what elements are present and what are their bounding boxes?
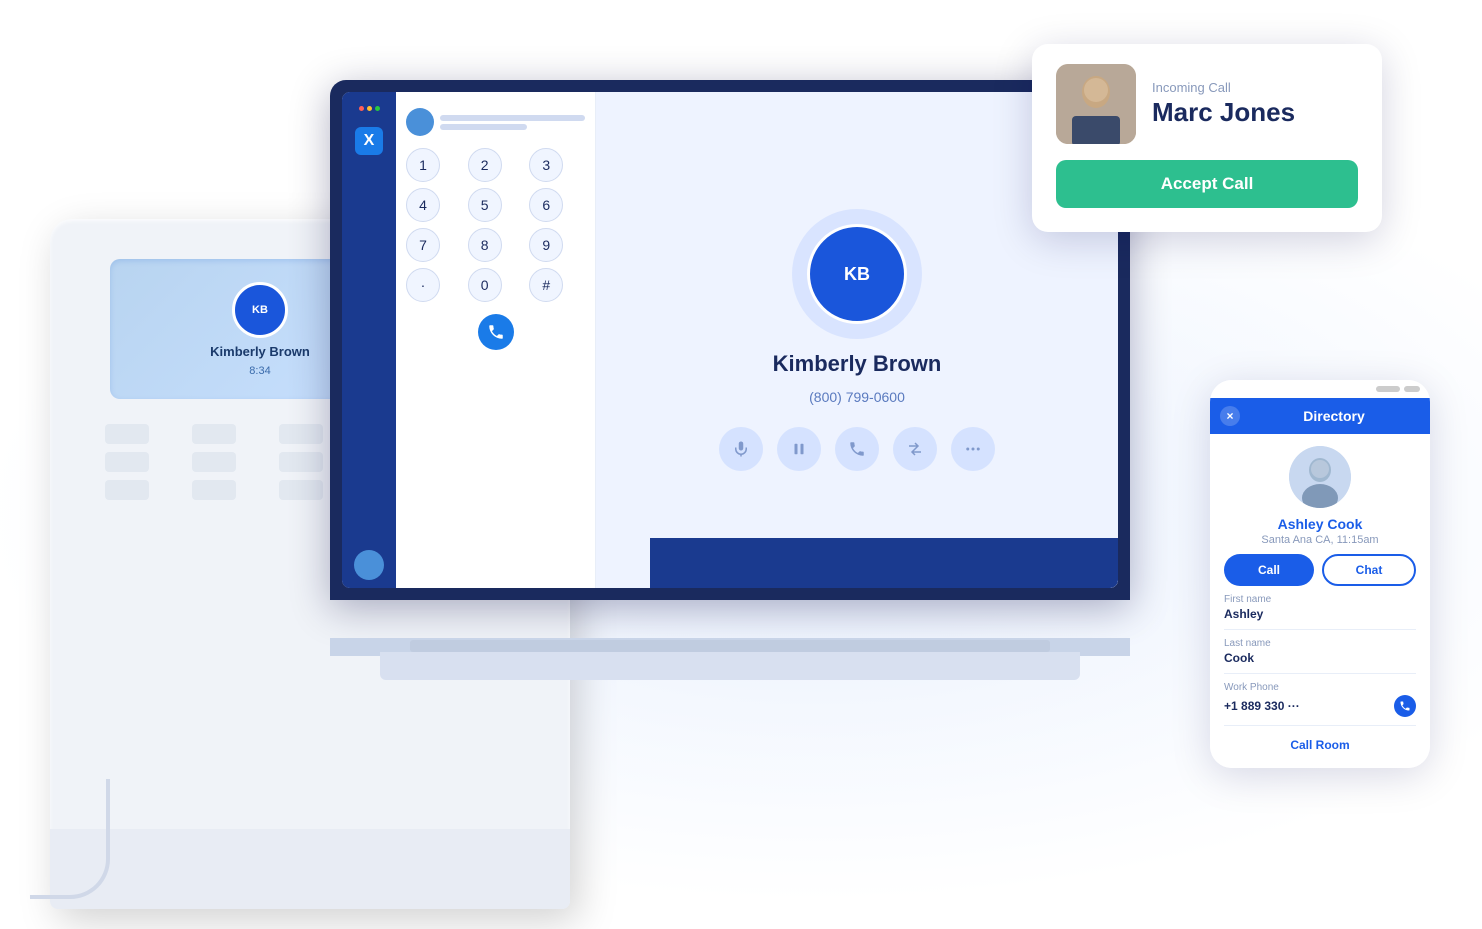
window-dot-red	[359, 106, 364, 111]
app-sidebar: X	[342, 92, 396, 588]
phone-screen-name: Kimberly Brown	[210, 344, 310, 359]
dialer-key-7[interactable]: 7	[406, 228, 440, 262]
mobile-status-bar	[1210, 380, 1430, 398]
last-name-label: Last name	[1224, 638, 1416, 649]
battery-icon	[1404, 386, 1420, 392]
contact-chat-button[interactable]: Chat	[1322, 554, 1416, 586]
phone-key	[105, 452, 149, 472]
call-avatar: KB	[807, 224, 907, 324]
dialer-contact-lines	[440, 115, 585, 130]
dialer-key-6[interactable]: 6	[529, 188, 563, 222]
dialer-line-short	[440, 124, 527, 130]
last-name-value: Cook	[1224, 651, 1416, 665]
call-bottom-bar	[650, 538, 1118, 588]
call-room-button[interactable]: Call Room	[1290, 734, 1349, 756]
laptop: X 1 2 3 4 5 6	[330, 80, 1150, 680]
phone-screen-avatar: KB	[232, 282, 288, 338]
dialer-key-8[interactable]: 8	[468, 228, 502, 262]
contact-action-buttons: Call Chat	[1224, 554, 1416, 586]
dialer-contact-avatar	[406, 108, 434, 136]
first-name-label: First name	[1224, 594, 1416, 605]
dialer-key-4[interactable]: 4	[406, 188, 440, 222]
call-avatar-ring: KB	[792, 209, 922, 339]
dialer-key-1[interactable]: 1	[406, 148, 440, 182]
call-action-buttons	[719, 427, 995, 471]
signal-icon	[1376, 386, 1400, 392]
logo-text: X	[364, 132, 375, 150]
dialer-contact-row	[406, 108, 585, 136]
user-avatar-sidebar	[354, 550, 384, 580]
dialer-key-0[interactable]: 0	[468, 268, 502, 302]
mobile-close-button[interactable]: ×	[1220, 406, 1240, 426]
phone-key	[192, 480, 236, 500]
first-name-field: First name Ashley	[1224, 594, 1416, 630]
laptop-keyboard	[410, 640, 1050, 652]
laptop-screen: X 1 2 3 4 5 6	[330, 80, 1130, 600]
window-dot-green	[375, 106, 380, 111]
incoming-call-label: Incoming Call	[1152, 80, 1295, 95]
phone-key	[192, 452, 236, 472]
last-name-field: Last name Cook	[1224, 638, 1416, 674]
work-phone-field: Work Phone +1 889 330 ···	[1224, 682, 1416, 726]
dialer-key-dot[interactable]: ·	[406, 268, 440, 302]
phone-key	[279, 424, 323, 444]
phone-base	[50, 829, 570, 909]
contact-avatar	[1289, 446, 1351, 508]
first-name-value: Ashley	[1224, 607, 1416, 621]
dialer-line	[440, 115, 585, 121]
call-action-transfer[interactable]	[893, 427, 937, 471]
call-action-hold[interactable]	[777, 427, 821, 471]
dialer-key-hash[interactable]: #	[529, 268, 563, 302]
incoming-call-popup: Incoming Call Marc Jones Accept Call	[1032, 44, 1382, 232]
call-avatar-initials: KB	[844, 264, 870, 285]
phone-icon[interactable]	[1394, 695, 1416, 717]
laptop-app: X 1 2 3 4 5 6	[342, 92, 1118, 588]
mobile-body: Ashley Cook Santa Ana CA, 11:15am Call C…	[1210, 434, 1430, 768]
caller-avatar	[1056, 64, 1136, 144]
window-controls	[359, 106, 380, 111]
caller-info: Incoming Call Marc Jones	[1152, 80, 1295, 128]
directory-title: Directory	[1248, 408, 1420, 424]
caller-row: Incoming Call Marc Jones	[1056, 64, 1358, 144]
dialer-grid[interactable]: 1 2 3 4 5 6 7 8 9 · 0 #	[406, 148, 585, 302]
caller-name: Marc Jones	[1152, 97, 1295, 128]
mobile-directory-panel: × Directory Ashley Cook Santa Ana CA, 11…	[1210, 380, 1430, 768]
phone-avatar-initials: KB	[252, 304, 268, 316]
phone-key	[105, 424, 149, 444]
dialer-key-3[interactable]: 3	[529, 148, 563, 182]
call-contact-number: (800) 799-0600	[809, 389, 905, 405]
work-phone-value: +1 889 330 ···	[1224, 699, 1300, 713]
contact-call-button[interactable]: Call	[1224, 554, 1314, 586]
dialer-call-button[interactable]	[478, 314, 514, 350]
window-dot-yellow	[367, 106, 372, 111]
phone-key	[192, 424, 236, 444]
phone-screen-time: 8:34	[249, 365, 270, 377]
dialer-key-9[interactable]: 9	[529, 228, 563, 262]
app-logo: X	[355, 127, 383, 155]
call-action-hangup[interactable]	[835, 427, 879, 471]
phone-key	[279, 452, 323, 472]
phone-key	[279, 480, 323, 500]
call-action-more[interactable]	[951, 427, 995, 471]
work-phone-row: +1 889 330 ···	[1224, 695, 1416, 717]
dialer-key-5[interactable]: 5	[468, 188, 502, 222]
phone-key	[105, 480, 149, 500]
work-phone-label: Work Phone	[1224, 682, 1416, 693]
phone-cord	[30, 779, 110, 899]
call-action-mic[interactable]	[719, 427, 763, 471]
call-contact-name: Kimberly Brown	[773, 351, 942, 377]
contact-name: Ashley Cook	[1278, 516, 1363, 532]
laptop-base	[380, 652, 1080, 680]
contact-location: Santa Ana CA, 11:15am	[1261, 534, 1378, 546]
dialer-panel: 1 2 3 4 5 6 7 8 9 · 0 #	[396, 92, 596, 588]
accept-call-button[interactable]: Accept Call	[1056, 160, 1358, 208]
dialer-key-2[interactable]: 2	[468, 148, 502, 182]
mobile-header: × Directory	[1210, 398, 1430, 434]
